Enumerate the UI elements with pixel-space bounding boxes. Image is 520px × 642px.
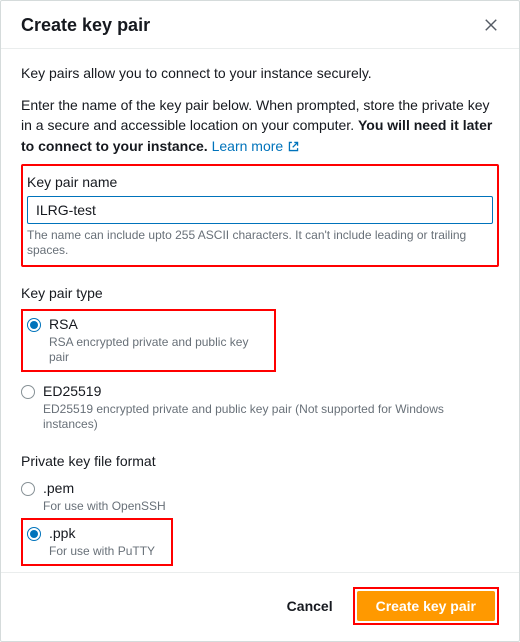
radio-ed25519[interactable]: [21, 385, 35, 399]
description-text: Enter the name of the key pair below. Wh…: [21, 95, 499, 158]
modal-footer: Cancel Create key pair: [1, 572, 519, 641]
highlight-ppk-option: .ppk For use with PuTTY: [21, 518, 173, 565]
key-pair-name-helper: The name can include upto 255 ASCII char…: [27, 228, 493, 259]
modal-body: Key pairs allow you to connect to your i…: [1, 49, 519, 572]
radio-ppk-label[interactable]: .ppk: [49, 525, 155, 542]
radio-ppk-desc: For use with PuTTY: [49, 544, 155, 560]
radio-row-pem: .pem For use with OpenSSH: [21, 477, 499, 516]
learn-more-link[interactable]: Learn more: [212, 138, 300, 154]
radio-pem[interactable]: [21, 482, 35, 496]
create-key-pair-button[interactable]: Create key pair: [357, 591, 495, 621]
radio-row-rsa: RSA RSA encrypted private and public key…: [27, 313, 270, 368]
radio-ed25519-label[interactable]: ED25519: [43, 383, 499, 400]
external-link-icon: [287, 138, 300, 158]
highlight-name-section: Key pair name The name can include upto …: [21, 164, 499, 267]
radio-row-ed25519: ED25519 ED25519 encrypted private and pu…: [21, 380, 499, 435]
radio-rsa[interactable]: [27, 318, 41, 332]
modal-header: Create key pair: [1, 1, 519, 49]
key-pair-name-field: Key pair name The name can include upto …: [27, 174, 493, 259]
file-format-label: Private key file format: [21, 453, 499, 469]
highlight-rsa-option: RSA RSA encrypted private and public key…: [21, 309, 276, 372]
key-pair-type-label: Key pair type: [21, 285, 499, 301]
cancel-button[interactable]: Cancel: [279, 592, 341, 620]
key-pair-name-label: Key pair name: [27, 174, 493, 190]
close-button[interactable]: [483, 18, 499, 34]
highlight-create-button: Create key pair: [353, 587, 499, 625]
radio-ed25519-desc: ED25519 encrypted private and public key…: [43, 402, 499, 433]
intro-text: Key pairs allow you to connect to your i…: [21, 65, 499, 81]
radio-pem-desc: For use with OpenSSH: [43, 499, 166, 515]
modal-title: Create key pair: [21, 15, 150, 36]
radio-rsa-label[interactable]: RSA: [49, 316, 270, 333]
key-pair-name-input[interactable]: [27, 196, 493, 224]
close-icon: [484, 20, 498, 35]
radio-ppk[interactable]: [27, 527, 41, 541]
radio-pem-label[interactable]: .pem: [43, 480, 166, 497]
radio-row-ppk: .ppk For use with PuTTY: [27, 522, 167, 561]
radio-rsa-desc: RSA encrypted private and public key pai…: [49, 335, 270, 366]
